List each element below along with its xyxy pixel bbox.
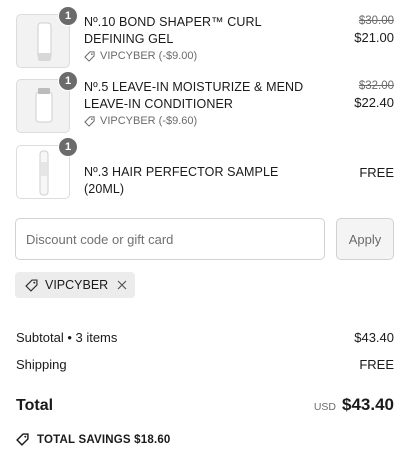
line-item: 1 Nº.10 BOND SHAPER™ CURL DEFINING GEL V…	[16, 6, 394, 68]
product-title: Nº.10 BOND SHAPER™ CURL DEFINING GEL	[84, 15, 262, 46]
shipping-row: Shipping FREE	[16, 357, 394, 372]
tag-icon	[16, 433, 29, 446]
apply-button[interactable]: Apply	[336, 218, 394, 260]
quantity-badge: 1	[58, 71, 78, 91]
tag-icon	[25, 278, 38, 292]
product-title: Nº.5 LEAVE-IN MOISTURIZE & MEND LEAVE-IN…	[84, 80, 304, 111]
original-price: $32.00	[358, 80, 394, 92]
total-savings: TOTAL SAVINGS $18.60	[16, 433, 171, 446]
applied-discount-chip: VIPCYBER	[15, 272, 136, 298]
discount-label: VIPCYBER (-$9.60)	[100, 115, 198, 127]
discount-line: VIPCYBER (-$9.60)	[84, 115, 309, 127]
original-price: $30.00	[358, 15, 394, 27]
tag-icon	[84, 115, 95, 127]
discount-line: VIPCYBER (-$9.00)	[84, 50, 309, 62]
tag-icon	[84, 50, 95, 62]
shipping-label: Shipping	[16, 357, 67, 372]
subtotal-row: Subtotal • 3 items $43.40	[16, 330, 394, 345]
currency-code: USD	[313, 401, 336, 413]
item-price: $22.40	[354, 95, 394, 110]
subtotal-value: $43.40	[354, 330, 394, 345]
shipping-value: FREE	[359, 357, 394, 372]
quantity-badge: 1	[58, 6, 78, 26]
item-price: FREE	[359, 165, 394, 180]
savings-text: TOTAL SAVINGS $18.60	[37, 433, 171, 446]
total-label: Total	[16, 397, 54, 414]
subtotal-label: Subtotal • 3 items	[16, 330, 118, 345]
quantity-badge: 1	[58, 137, 78, 157]
line-item: 1 Nº.5 LEAVE-IN MOISTURIZE & MEND LEAVE-…	[16, 71, 394, 133]
total-row: Total USD $43.40	[16, 395, 394, 415]
applied-code: VIPCYBER	[45, 278, 109, 292]
product-title: Nº.3 HAIR PERFECTOR SAMPLE (20mL)	[84, 165, 279, 196]
line-item: 1 Nº.3 HAIR PERFECTOR SAMPLE (20mL) FREE	[16, 137, 394, 199]
discount-label: VIPCYBER (-$9.00)	[100, 50, 198, 62]
close-icon[interactable]	[117, 278, 127, 293]
item-price: $21.00	[354, 30, 394, 45]
total-value: $43.40	[342, 395, 394, 414]
discount-code-input[interactable]	[15, 218, 325, 260]
